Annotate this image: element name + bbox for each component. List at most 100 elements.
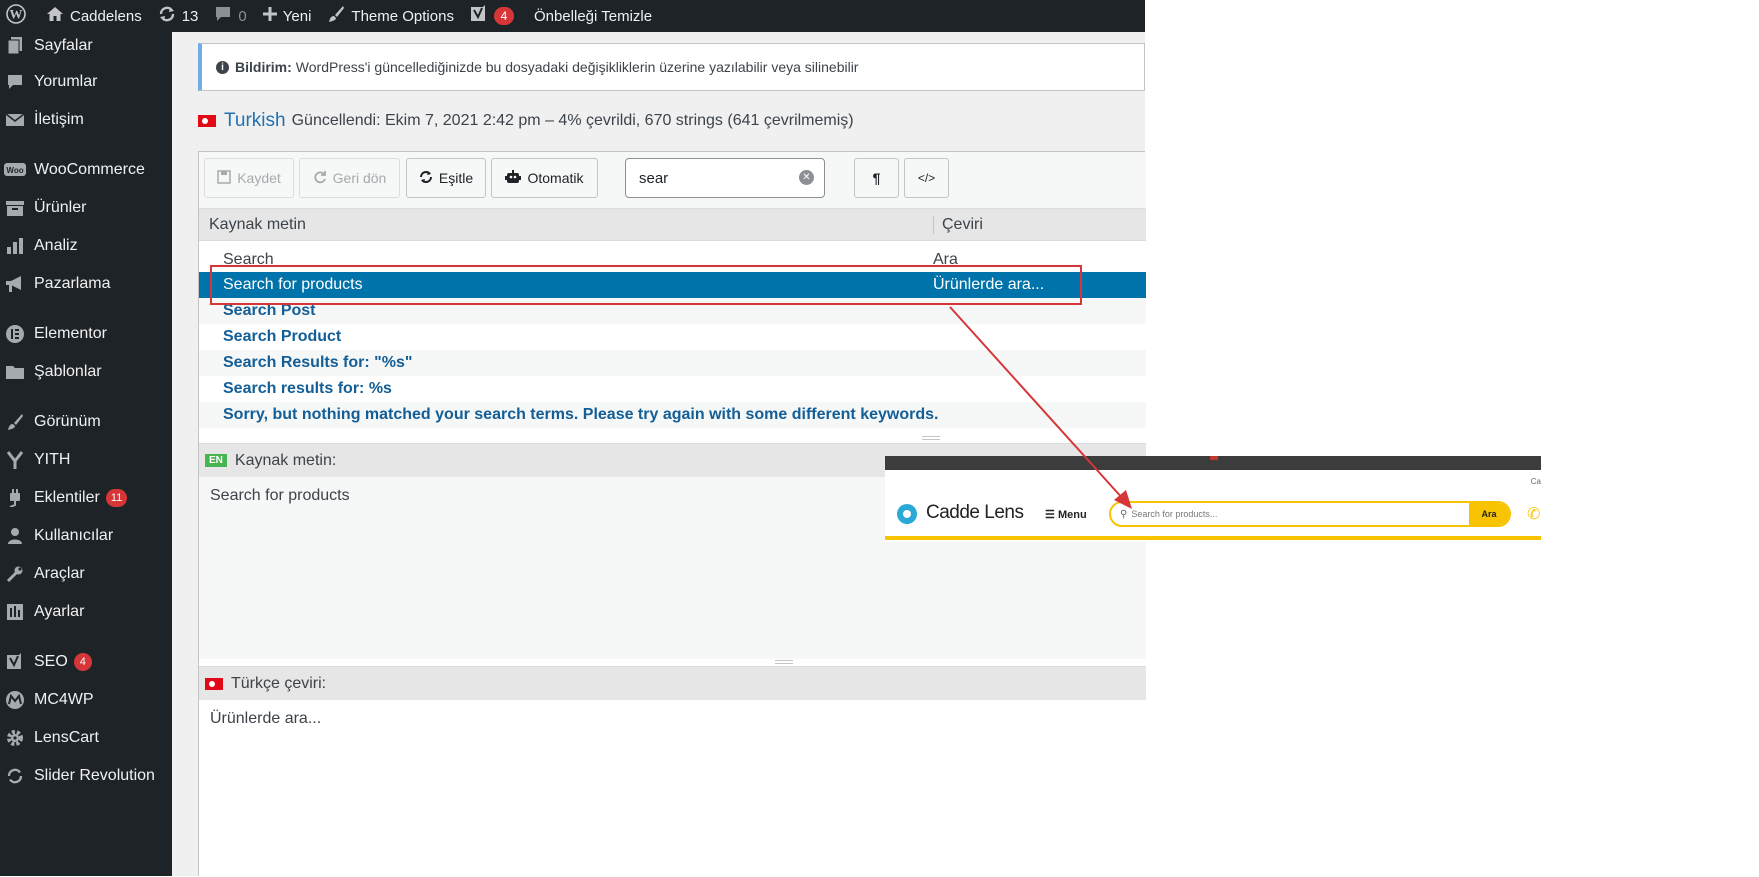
auto-translate-button[interactable]: Otomatik	[491, 158, 598, 198]
translation-text-pane[interactable]: Ürünlerde ara...	[199, 700, 1146, 877]
sidebar-item-contact[interactable]: İletişim	[0, 103, 172, 137]
sidebar-item-yith[interactable]: YITH	[0, 443, 172, 477]
sidebar-item-settings[interactable]: Ayarlar	[0, 595, 172, 629]
site-name-link[interactable]: Caddelens	[34, 0, 150, 32]
sidebar-item-marketing[interactable]: Pazarlama	[0, 267, 172, 301]
updates-link[interactable]: 13	[150, 0, 207, 32]
caddelens-logo-icon	[897, 504, 917, 524]
woocommerce-icon: Woo	[4, 159, 26, 181]
hamburger-icon: ☰	[1045, 509, 1055, 521]
resize-handle[interactable]	[775, 660, 793, 664]
column-header-source[interactable]: Kaynak metin	[209, 216, 306, 234]
language-name-link[interactable]: Turkish	[224, 110, 286, 132]
table-row[interactable]: Sorry, but nothing matched your search t…	[199, 402, 1146, 428]
comments-link[interactable]: 0	[206, 0, 254, 32]
table-row[interactable]: Search Product	[199, 324, 1146, 350]
yoast-menu[interactable]: 4	[462, 0, 522, 32]
code-icon: </>	[917, 171, 936, 185]
sidebar-item-tools[interactable]: Araçlar	[0, 557, 172, 591]
language-status: Güncellendi: Ekim 7, 2021 2:42 pm – 4% ç…	[291, 112, 854, 129]
pages-icon	[4, 35, 26, 57]
sync-button[interactable]: Eşitle	[406, 158, 486, 198]
sidebar-item-label: SEO	[34, 653, 68, 670]
clear-cache-link[interactable]: Önbelleği Temizle	[522, 0, 660, 32]
revert-button[interactable]: Geri dön	[299, 158, 400, 198]
storefront-logo-text: Cadde Lens	[926, 502, 1024, 523]
table-row[interactable]: Search Results for: "%s"	[199, 350, 1146, 376]
sidebar-item-analytics[interactable]: Analiz	[0, 229, 172, 263]
comments-count: 0	[238, 7, 247, 25]
plus-icon	[262, 7, 277, 25]
new-content-link[interactable]: Yeni	[255, 0, 320, 32]
turkish-flag-icon	[205, 677, 223, 690]
sidebar-item-comments[interactable]: Yorumlar	[0, 65, 172, 99]
sidebar-item-products[interactable]: Ürünler	[0, 191, 172, 225]
megaphone-icon	[4, 273, 26, 295]
storefront-search-button[interactable]: Ara	[1469, 503, 1509, 525]
theme-options-link[interactable]: Theme Options	[319, 0, 462, 32]
sidebar-item-label: WooCommerce	[34, 161, 145, 178]
sidebar-item-lenscart[interactable]: LensCart	[0, 721, 172, 755]
en-language-badge: EN	[205, 454, 227, 467]
notice-text: WordPress'i güncellediğinizde bu dosyada…	[295, 59, 859, 75]
sidebar-item-pages[interactable]: Sayfalar	[0, 29, 172, 63]
notice-title: Bildirim:	[235, 59, 292, 75]
admin-sidebar: Sayfalar Yorumlar İletişim Woo WooCommer…	[0, 32, 172, 876]
svg-text:Woo: Woo	[6, 166, 23, 175]
sidebar-item-label: Görünüm	[34, 413, 101, 430]
theme-options-label: Theme Options	[351, 7, 454, 25]
sidebar-item-woocommerce[interactable]: Woo WooCommerce	[0, 153, 172, 187]
clear-search-icon[interactable]: ✕	[799, 170, 814, 185]
table-row[interactable]: Search results for: %s	[199, 376, 1146, 402]
elementor-icon	[4, 323, 26, 345]
sidebar-item-label: Ürünler	[34, 199, 87, 216]
search-icon: ⚲	[1120, 508, 1128, 520]
source-pane-label: Kaynak metin:	[234, 451, 337, 469]
overlay-strip-mark	[1210, 456, 1218, 460]
search-field[interactable]: ✕	[625, 158, 825, 198]
comment-bubble-icon	[214, 6, 232, 26]
sidebar-item-label: İletişim	[34, 111, 84, 128]
storefront-search-bar[interactable]: ⚲ Search for products... Ara	[1109, 501, 1511, 527]
clear-cache-label: Önbelleği Temizle	[533, 7, 653, 25]
search-input[interactable]	[637, 168, 787, 188]
svg-text:W: W	[10, 7, 23, 22]
sidebar-item-seo[interactable]: SEO 4	[0, 645, 172, 679]
main-content: i Bildirim: WordPress'i güncellediğinizd…	[172, 32, 1146, 877]
yoast-notification-badge: 4	[493, 7, 514, 25]
update-warning-notice: i Bildirim: WordPress'i güncellediğinizd…	[198, 43, 1145, 91]
updates-count: 13	[181, 7, 199, 25]
sidebar-item-elementor[interactable]: Elementor	[0, 317, 172, 351]
column-header-translation[interactable]: Çeviri	[933, 216, 983, 234]
sidebar-item-users[interactable]: Kullanıcılar	[0, 519, 172, 553]
sidebar-item-label: Elementor	[34, 325, 107, 342]
sidebar-item-appearance[interactable]: Görünüm	[0, 405, 172, 439]
translation-pane-header: Türkçe çeviri:	[199, 666, 1146, 700]
sidebar-item-slider-revolution[interactable]: Slider Revolution	[0, 759, 172, 793]
sync-label: Eşitle	[438, 170, 474, 186]
brush-icon	[327, 5, 345, 27]
language-heading: Turkish Güncellendi: Ekim 7, 2021 2:42 p…	[198, 110, 854, 132]
code-view-toggle-button[interactable]: </>	[904, 158, 949, 198]
auto-translate-label: Otomatik	[527, 170, 584, 186]
invisibles-toggle-button[interactable]: ¶	[854, 158, 899, 198]
source-text: Search for products	[210, 487, 350, 504]
folder-icon	[4, 361, 26, 383]
sidebar-item-label: Araçlar	[34, 565, 85, 582]
save-button[interactable]: Kaydet	[204, 158, 294, 198]
sidebar-item-label: Analiz	[34, 237, 78, 254]
bar-chart-icon	[4, 235, 26, 257]
sidebar-item-mc4wp[interactable]: MC4WP	[0, 683, 172, 717]
yoast-icon	[4, 651, 26, 673]
sidebar-item-label: Yorumlar	[34, 73, 98, 90]
archive-icon	[4, 197, 26, 219]
storefront-menu-button[interactable]: ☰ Menu	[1045, 508, 1087, 521]
sidebar-item-label: LensCart	[34, 729, 99, 746]
annotation-highlight-box	[210, 265, 1082, 305]
overlay-top-strip	[885, 456, 1541, 470]
wp-logo-menu[interactable]: W	[0, 0, 34, 32]
sidebar-item-plugins[interactable]: Eklentiler 11	[0, 481, 172, 515]
sidebar-item-templates[interactable]: Şablonlar	[0, 355, 172, 389]
resize-handle[interactable]	[922, 436, 940, 440]
revert-label: Geri dön	[332, 170, 387, 186]
